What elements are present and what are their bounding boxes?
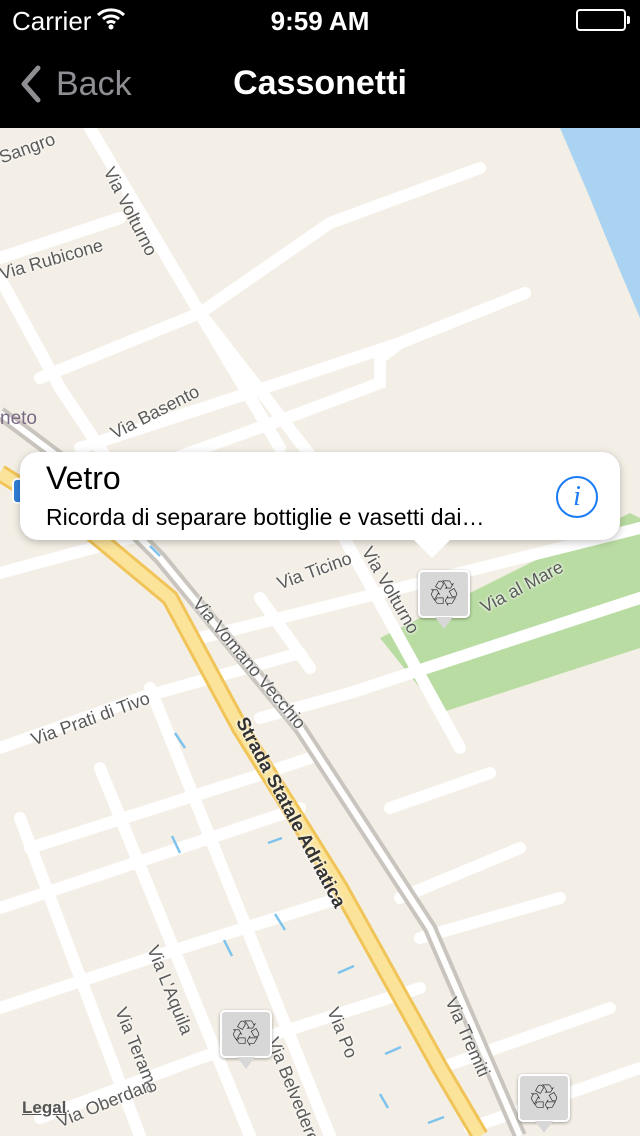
recycle-icon: ♲ [229,1013,263,1054]
page-title: Cassonetti [233,64,407,102]
recycle-icon: ♲ [527,1077,561,1118]
recycle-pin[interactable]: ♲ [220,1010,272,1072]
navigation-bar: Back Cassonetti [0,40,640,128]
recycle-pin[interactable]: ♲ [418,570,470,632]
recycle-icon: ♲ [427,573,461,614]
status-time: 9:59 AM [270,6,370,36]
status-bar: Carrier 9:59 AM [0,0,640,40]
battery-icon [576,9,630,31]
callout-subtitle: Ricorda di separare bottiglie e vasetti … [46,504,485,530]
recycle-pin[interactable]: ♲ [518,1074,570,1136]
annotation-callout[interactable]: Vetro Ricorda di separare bottiglie e va… [20,452,620,558]
place-label: neto [0,408,37,429]
callout-title: Vetro [46,460,121,496]
info-icon[interactable]: i [556,476,598,518]
legal-link[interactable]: Legal [22,1098,66,1118]
map-base [0,128,640,1136]
map-view[interactable]: Via Rubicone Via Volturno Via Basento Vi… [0,128,640,1136]
